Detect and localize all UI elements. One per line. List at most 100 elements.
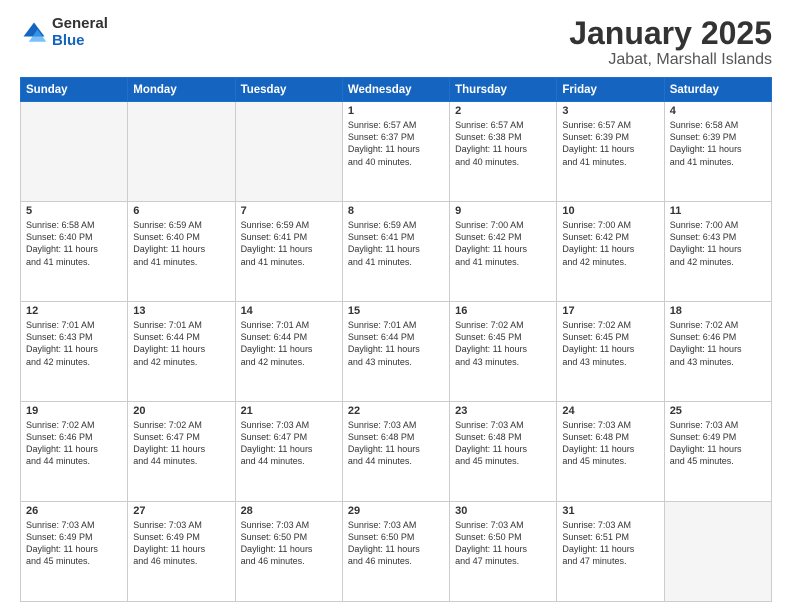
calendar-cell: 7Sunrise: 6:59 AM Sunset: 6:41 PM Daylig… (235, 202, 342, 302)
logo-blue: Blue (52, 33, 108, 50)
day-info: Sunrise: 6:58 AM Sunset: 6:39 PM Dayligh… (670, 119, 766, 168)
day-number: 14 (241, 305, 337, 317)
day-number: 18 (670, 305, 766, 317)
day-number: 19 (26, 405, 122, 417)
day-number: 29 (348, 505, 444, 517)
calendar-week-row: 12 Sunrise: 7:01 AM Sunset: 6:43 PM Dayli… (21, 302, 772, 402)
calendar-cell (235, 102, 342, 202)
day-info: Sunrise: 7:03 AM Sunset: 6:49 PM Dayligh… (133, 519, 229, 568)
calendar-cell: 14 Sunrise: 7:01 AM Sunset: 6:44 PM Dayli… (235, 302, 342, 402)
calendar-cell: 10Sunrise: 7:00 AM Sunset: 6:42 PM Dayli… (557, 202, 664, 302)
calendar-cell: 1 Sunrise: 6:57 AM Sunset: 6:37 PM Daylig… (342, 102, 449, 202)
day-info: Sunrise: 7:02 AM Sunset: 6:45 PM Dayligh… (562, 319, 658, 368)
calendar-cell (664, 502, 771, 602)
day-number: 7 (241, 205, 337, 217)
day-number: 17 (562, 305, 658, 317)
day-number: 24 (562, 405, 658, 417)
day-number: 12 (26, 305, 122, 317)
day-info: Sunrise: 7:00 AM Sunset: 6:42 PM Dayligh… (455, 219, 551, 268)
calendar-cell: 5 Sunrise: 6:58 AM Sunset: 6:40 PM Daylig… (21, 202, 128, 302)
calendar-cell: 15 Sunrise: 7:01 AM Sunset: 6:44 PM Dayli… (342, 302, 449, 402)
day-number: 31 (562, 505, 658, 517)
calendar-cell (21, 102, 128, 202)
day-number: 5 (26, 205, 122, 217)
calendar-week-row: 19 Sunrise: 7:02 AM Sunset: 6:46 PM Dayli… (21, 402, 772, 502)
day-info: Sunrise: 7:03 AM Sunset: 6:50 PM Dayligh… (241, 519, 337, 568)
calendar-cell: 2 Sunrise: 6:57 AM Sunset: 6:38 PM Daylig… (450, 102, 557, 202)
calendar-week-row: 1 Sunrise: 6:57 AM Sunset: 6:37 PM Daylig… (21, 102, 772, 202)
calendar-cell: 28 Sunrise: 7:03 AM Sunset: 6:50 PM Dayli… (235, 502, 342, 602)
weekday-header: Monday (128, 78, 235, 102)
calendar-cell: 11Sunrise: 7:00 AM Sunset: 6:43 PM Dayli… (664, 202, 771, 302)
calendar-cell: 12 Sunrise: 7:01 AM Sunset: 6:43 PM Dayli… (21, 302, 128, 402)
day-info: Sunrise: 7:03 AM Sunset: 6:49 PM Dayligh… (26, 519, 122, 568)
day-number: 1 (348, 105, 444, 117)
day-info: Sunrise: 6:59 AM Sunset: 6:41 PM Dayligh… (348, 219, 444, 268)
calendar-cell: 9 Sunrise: 7:00 AM Sunset: 6:42 PM Daylig… (450, 202, 557, 302)
day-info: Sunrise: 7:03 AM Sunset: 6:49 PM Dayligh… (670, 419, 766, 468)
calendar-cell (128, 102, 235, 202)
day-number: 30 (455, 505, 551, 517)
calendar-cell: 24 Sunrise: 7:03 AM Sunset: 6:48 PM Dayli… (557, 402, 664, 502)
calendar-cell: 18 Sunrise: 7:02 AM Sunset: 6:46 PM Dayli… (664, 302, 771, 402)
logo: General Blue (20, 16, 108, 49)
day-info: Sunrise: 7:03 AM Sunset: 6:50 PM Dayligh… (348, 519, 444, 568)
day-number: 10 (562, 205, 658, 217)
day-info: Sunrise: 6:58 AM Sunset: 6:40 PM Dayligh… (26, 219, 122, 268)
calendar-cell: 26Sunrise: 7:03 AM Sunset: 6:49 PM Dayli… (21, 502, 128, 602)
calendar-cell: 4 Sunrise: 6:58 AM Sunset: 6:39 PM Daylig… (664, 102, 771, 202)
day-info: Sunrise: 7:01 AM Sunset: 6:43 PM Dayligh… (26, 319, 122, 368)
weekday-header: Saturday (664, 78, 771, 102)
day-info: Sunrise: 7:03 AM Sunset: 6:50 PM Dayligh… (455, 519, 551, 568)
day-info: Sunrise: 6:57 AM Sunset: 6:39 PM Dayligh… (562, 119, 658, 168)
day-number: 21 (241, 405, 337, 417)
day-info: Sunrise: 7:02 AM Sunset: 6:46 PM Dayligh… (670, 319, 766, 368)
day-number: 2 (455, 105, 551, 117)
weekday-header: Tuesday (235, 78, 342, 102)
day-number: 23 (455, 405, 551, 417)
calendar-cell: 29 Sunrise: 7:03 AM Sunset: 6:50 PM Dayli… (342, 502, 449, 602)
calendar-cell: 22Sunrise: 7:03 AM Sunset: 6:48 PM Dayli… (342, 402, 449, 502)
day-info: Sunrise: 6:57 AM Sunset: 6:38 PM Dayligh… (455, 119, 551, 168)
logo-text: General Blue (52, 16, 108, 49)
day-number: 27 (133, 505, 229, 517)
calendar-cell: 27 Sunrise: 7:03 AM Sunset: 6:49 PM Dayli… (128, 502, 235, 602)
calendar-cell: 8Sunrise: 6:59 AM Sunset: 6:41 PM Daylig… (342, 202, 449, 302)
day-info: Sunrise: 7:02 AM Sunset: 6:46 PM Dayligh… (26, 419, 122, 468)
day-info: Sunrise: 7:01 AM Sunset: 6:44 PM Dayligh… (133, 319, 229, 368)
calendar-cell: 25Sunrise: 7:03 AM Sunset: 6:49 PM Dayli… (664, 402, 771, 502)
weekday-header: Sunday (21, 78, 128, 102)
day-number: 4 (670, 105, 766, 117)
day-info: Sunrise: 6:59 AM Sunset: 6:40 PM Dayligh… (133, 219, 229, 268)
calendar-cell: 3 Sunrise: 6:57 AM Sunset: 6:39 PM Daylig… (557, 102, 664, 202)
page: General Blue January 2025 Jabat, Marshal… (0, 0, 792, 612)
calendar-week-row: 26Sunrise: 7:03 AM Sunset: 6:49 PM Dayli… (21, 502, 772, 602)
calendar-cell: 19 Sunrise: 7:02 AM Sunset: 6:46 PM Dayli… (21, 402, 128, 502)
day-number: 11 (670, 205, 766, 217)
day-info: Sunrise: 7:03 AM Sunset: 6:47 PM Dayligh… (241, 419, 337, 468)
day-info: Sunrise: 6:57 AM Sunset: 6:37 PM Dayligh… (348, 119, 444, 168)
day-info: Sunrise: 7:02 AM Sunset: 6:47 PM Dayligh… (133, 419, 229, 468)
weekday-header: Thursday (450, 78, 557, 102)
day-info: Sunrise: 7:03 AM Sunset: 6:48 PM Dayligh… (455, 419, 551, 468)
calendar-cell: 31Sunrise: 7:03 AM Sunset: 6:51 PM Dayli… (557, 502, 664, 602)
calendar-title: January 2025 (569, 16, 772, 51)
header: General Blue January 2025 Jabat, Marshal… (20, 16, 772, 69)
calendar-cell: 23 Sunrise: 7:03 AM Sunset: 6:48 PM Dayli… (450, 402, 557, 502)
day-number: 6 (133, 205, 229, 217)
day-number: 3 (562, 105, 658, 117)
day-number: 28 (241, 505, 337, 517)
logo-general: General (52, 16, 108, 33)
day-info: Sunrise: 7:03 AM Sunset: 6:48 PM Dayligh… (562, 419, 658, 468)
day-info: Sunrise: 7:01 AM Sunset: 6:44 PM Dayligh… (348, 319, 444, 368)
calendar-week-row: 5 Sunrise: 6:58 AM Sunset: 6:40 PM Daylig… (21, 202, 772, 302)
title-block: January 2025 Jabat, Marshall Islands (569, 16, 772, 69)
day-number: 9 (455, 205, 551, 217)
day-info: Sunrise: 7:01 AM Sunset: 6:44 PM Dayligh… (241, 319, 337, 368)
calendar-cell: 20Sunrise: 7:02 AM Sunset: 6:47 PM Dayli… (128, 402, 235, 502)
day-number: 16 (455, 305, 551, 317)
day-info: Sunrise: 7:02 AM Sunset: 6:45 PM Dayligh… (455, 319, 551, 368)
calendar-cell: 17 Sunrise: 7:02 AM Sunset: 6:45 PM Dayli… (557, 302, 664, 402)
calendar-cell: 13Sunrise: 7:01 AM Sunset: 6:44 PM Dayli… (128, 302, 235, 402)
day-number: 15 (348, 305, 444, 317)
